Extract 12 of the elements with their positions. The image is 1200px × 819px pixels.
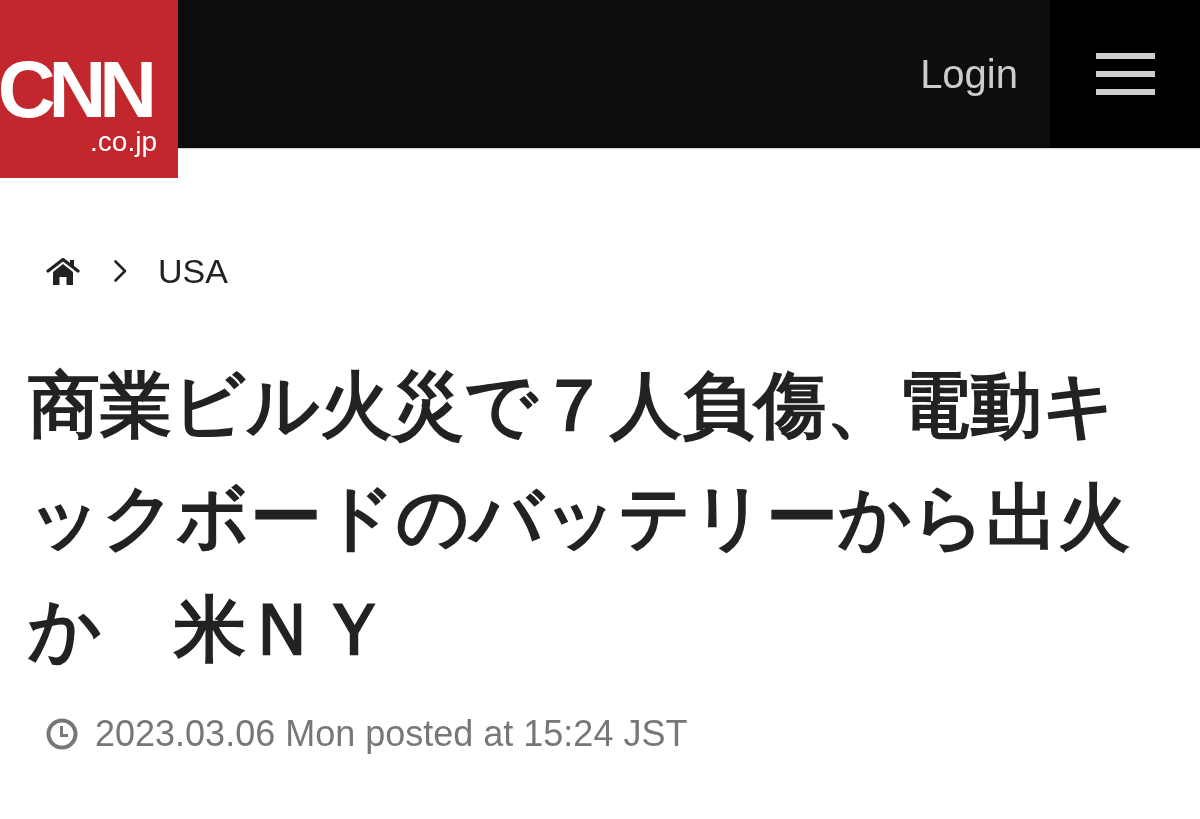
logo-wordmark: CNN <box>0 55 151 125</box>
logo-domain: .co.jp <box>90 128 157 156</box>
menu-icon <box>1095 53 1155 95</box>
breadcrumb-link[interactable]: USA <box>158 251 228 291</box>
clock-icon <box>46 718 78 750</box>
publish-date: 2023.03.06 Mon posted at 15:24 JST <box>95 714 688 754</box>
home-icon[interactable] <box>46 257 80 285</box>
article-headline: 商業ビル火災で７人負傷、電動キックボードのバッテリーから出火か 米ＮＹ <box>28 362 1131 673</box>
menu-button[interactable] <box>1050 0 1200 148</box>
login-button[interactable]: Login <box>900 46 1050 102</box>
chevron-right-icon <box>113 259 128 283</box>
logo-tile[interactable]: CNN .co.jp <box>0 0 178 178</box>
